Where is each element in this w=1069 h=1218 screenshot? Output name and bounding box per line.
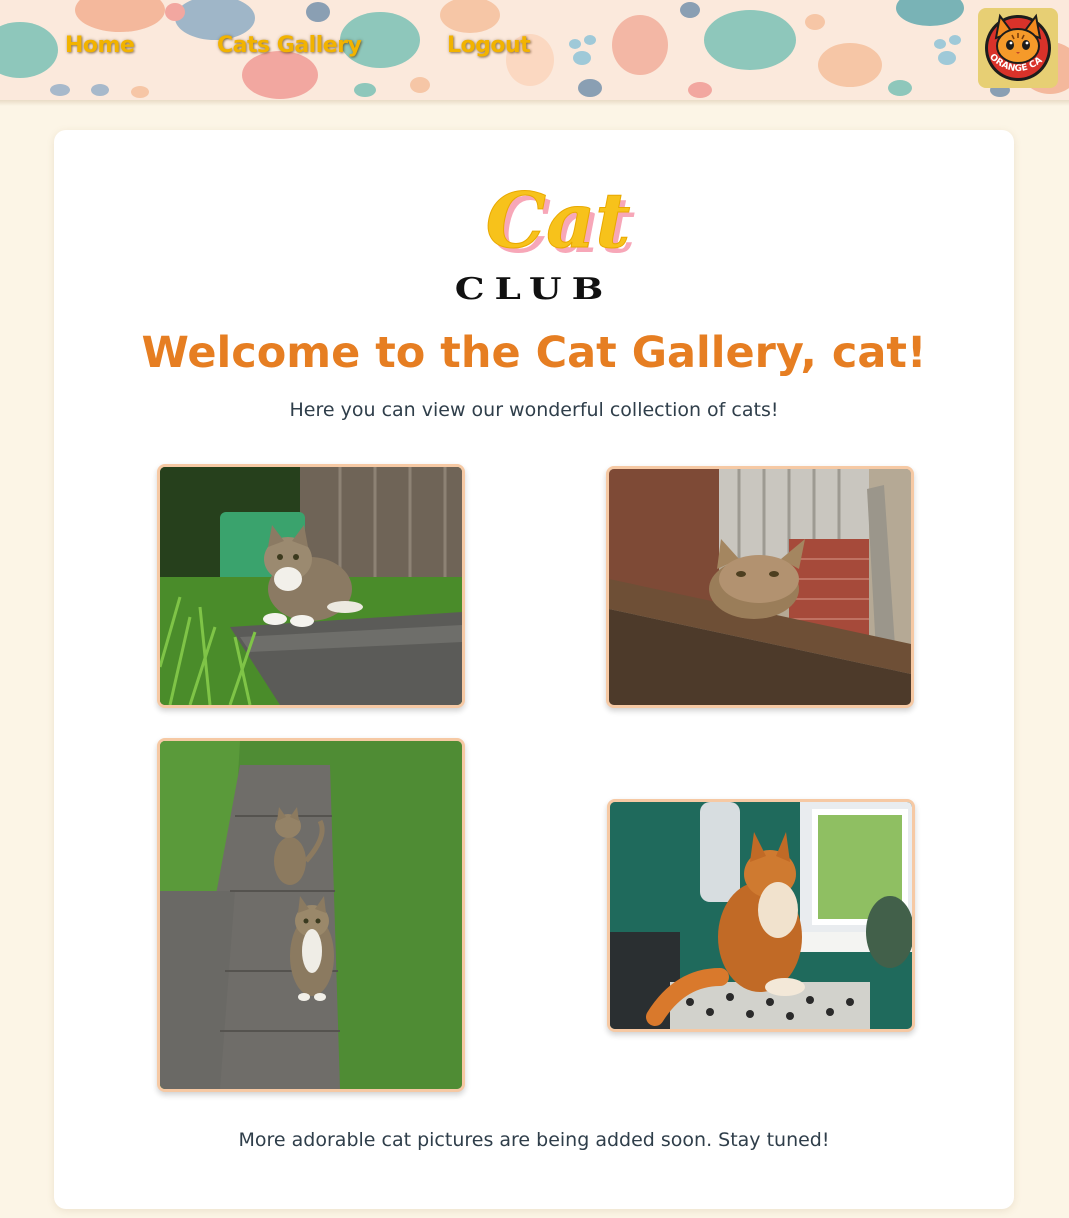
- header-shadow: [0, 100, 1069, 106]
- site-header: Home Cats Gallery Logout ORANGE CAT: [0, 0, 1069, 100]
- nav-home-link[interactable]: Home: [65, 33, 135, 58]
- cat-photo-4-image: [610, 802, 912, 1029]
- nav-cats-gallery-link[interactable]: Cats Gallery: [217, 33, 362, 58]
- cat-photo-1-image: [160, 467, 462, 705]
- orange-cat-logo-badge[interactable]: ORANGE CAT: [978, 8, 1058, 88]
- page-title: Welcome to the Cat Gallery, cat!: [141, 328, 927, 378]
- orange-cat-face-icon: ORANGE CAT: [978, 8, 1051, 81]
- logo-club-text: CLUB: [454, 272, 614, 307]
- cat-photo-2[interactable]: [606, 466, 914, 708]
- intro-text: Here you can view our wonderful collecti…: [289, 399, 779, 421]
- logo-word: Cat: [486, 176, 631, 265]
- gallery-card: Cat Cat CLUB Welcome to the Cat Gallery,…: [54, 130, 1014, 1209]
- footer-note: More adorable cat pictures are being add…: [238, 1129, 830, 1151]
- cat-photo-3[interactable]: [157, 738, 465, 1092]
- cat-photo-3-image: [160, 741, 462, 1089]
- cat-photo-4[interactable]: [607, 799, 915, 1032]
- cat-photo-2-image: [609, 469, 911, 705]
- paw-pattern-background: [0, 0, 1069, 99]
- cat-photo-1[interactable]: [157, 464, 465, 708]
- nav-logout-link[interactable]: Logout: [447, 33, 531, 58]
